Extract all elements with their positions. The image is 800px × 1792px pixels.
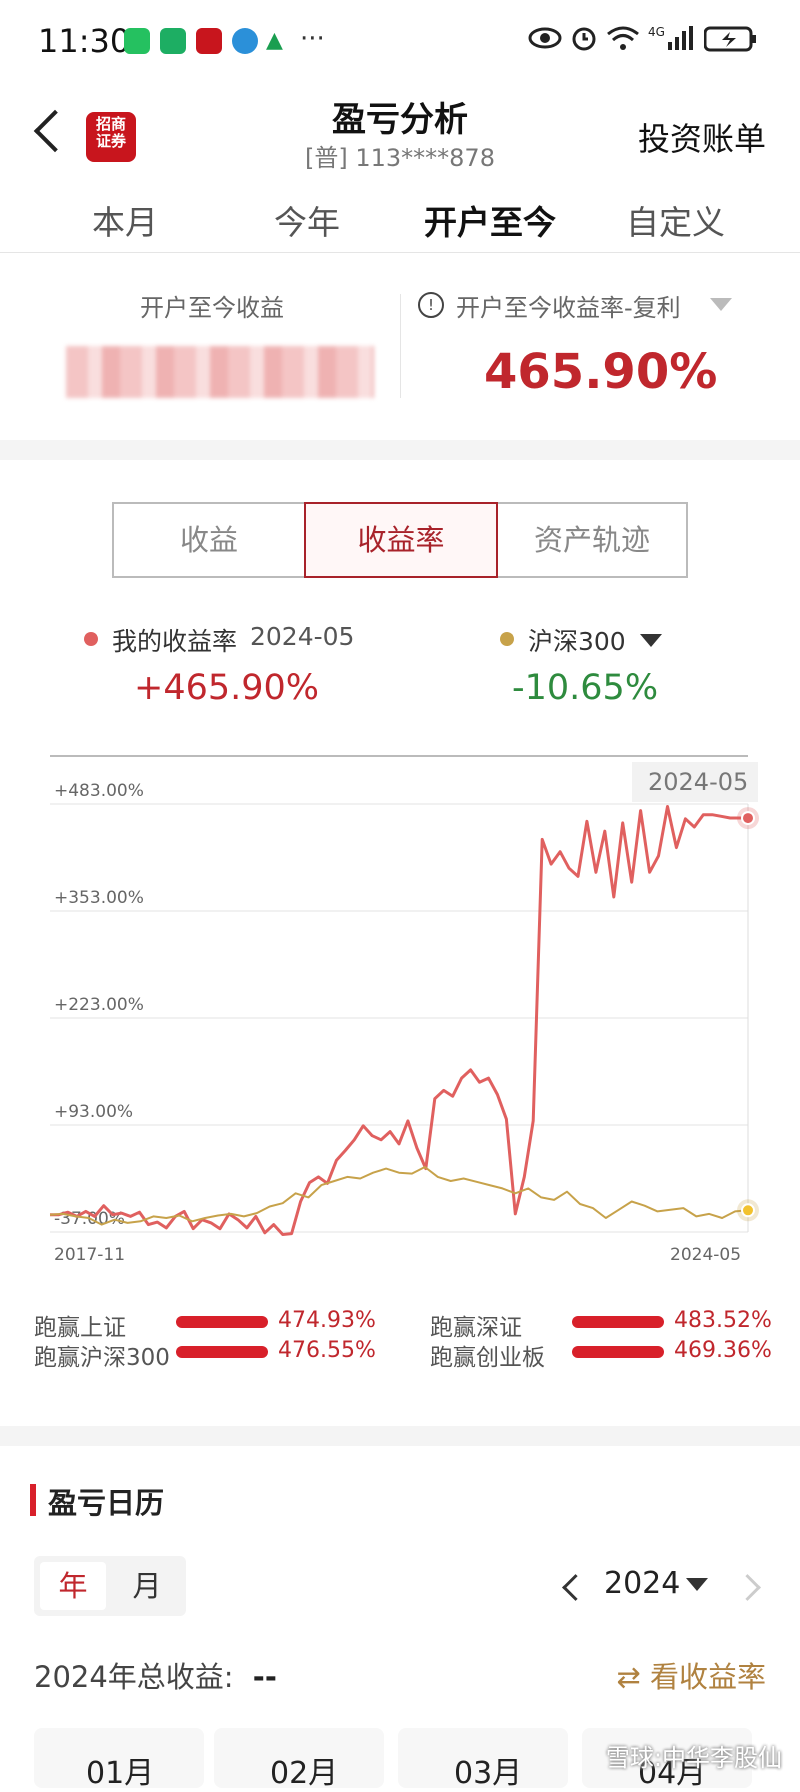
segment-income[interactable]: 收益 [112, 502, 306, 578]
total-income: 2024年总收益: -- [34, 1654, 277, 1696]
x-end-label: 2024-05 [670, 1245, 741, 1265]
view-rate-label: 看收益率 [649, 1660, 766, 1694]
beat-cyb-label: 跑赢创业板 [430, 1345, 545, 1371]
my-rate-dot [84, 632, 98, 646]
alarm-icon [572, 27, 596, 51]
my-rate-line [50, 805, 749, 1236]
y-tick-label: +353.00% [54, 888, 144, 908]
tab-custom[interactable]: 自定义 [626, 196, 725, 244]
month-button[interactable]: 月 [114, 1562, 180, 1610]
year-button[interactable]: 年 [40, 1562, 106, 1610]
benchmark-value: -10.65% [512, 668, 659, 708]
watermark: 雪球:中华李股仙 [605, 1744, 782, 1772]
tab-since-opening[interactable]: 开户至今 [424, 196, 556, 244]
next-year-icon[interactable] [734, 1574, 761, 1601]
beat-sh-bar [176, 1316, 268, 1328]
x-start-label: 2017-11 [54, 1245, 125, 1265]
beat-hs300-bar [176, 1346, 268, 1358]
total-income-label: 2024年总收益: [34, 1660, 234, 1694]
y-tick-label: +93.00% [54, 1102, 133, 1122]
browser-icon [232, 28, 258, 54]
tab-this-year[interactable]: 今年 [274, 196, 340, 244]
beat-sh-label: 跑赢上证 [34, 1315, 126, 1341]
calendar-title: 盈亏日历 [48, 1486, 165, 1520]
total-income-value: -- [252, 1660, 277, 1694]
prev-year-icon[interactable] [562, 1574, 589, 1601]
my-rate-end-point [741, 811, 755, 826]
section-marker [30, 1484, 36, 1516]
beat-sh-value: 474.93% [278, 1308, 376, 1333]
benchmark-dot [500, 632, 514, 646]
svg-text:4G: 4G [648, 25, 665, 39]
beat-hs300-value: 476.55% [278, 1338, 376, 1363]
eye-icon [528, 27, 562, 49]
investment-bill-link[interactable]: 投资账单 [638, 114, 766, 160]
app-icon [160, 28, 186, 54]
status-time: 11:30 [38, 22, 131, 60]
info-icon[interactable]: ! [418, 292, 444, 318]
my-rate-value: +465.90% [134, 668, 320, 708]
app-icon [196, 28, 222, 54]
income-label: 开户至今收益 [140, 294, 284, 322]
benchmark-label[interactable]: 沪深300 [528, 622, 626, 658]
rate-value: 465.90% [484, 344, 718, 400]
beat-cyb-bar [572, 1346, 664, 1358]
month-feb[interactable]: 02月 [270, 1748, 338, 1792]
section-gap [0, 440, 800, 460]
segment-asset-track[interactable]: 资产轨迹 [496, 502, 688, 578]
battery-icon [704, 26, 756, 52]
wifi-icon [607, 26, 639, 50]
year-month-toggle: 年 月 [34, 1556, 186, 1616]
rate-type-dropdown-icon[interactable] [710, 298, 732, 311]
maps-icon: ▲ [266, 28, 292, 54]
month-jan[interactable]: 01月 [86, 1748, 154, 1792]
wechat-icon [124, 28, 150, 54]
beat-sz-label: 跑赢深证 [430, 1315, 522, 1341]
rate-label: 开户至今收益率-复利 [456, 294, 681, 322]
section-gap [0, 1426, 800, 1446]
more-icon: ··· [300, 24, 325, 54]
month-mar[interactable]: 03月 [454, 1748, 522, 1792]
signal-icon: 4G [648, 25, 693, 50]
beat-sz-value: 483.52% [674, 1308, 772, 1333]
income-value-masked [66, 346, 374, 398]
return-rate-chart[interactable]: +483.00%+353.00%+223.00%+93.00%-37.00%20… [0, 740, 800, 1280]
swap-icon: ⇄ [616, 1660, 641, 1694]
view-rate-button[interactable]: ⇄ 看收益率 [616, 1654, 766, 1696]
segment-rate[interactable]: 收益率 [304, 502, 498, 578]
year-dropdown-icon[interactable] [686, 1578, 708, 1591]
year-selector[interactable]: 2024 [604, 1566, 680, 1601]
benchmark-line [49, 1166, 749, 1226]
benchmark-end-point [741, 1203, 755, 1218]
y-tick-label: +223.00% [54, 995, 144, 1015]
benchmark-dropdown-icon[interactable] [640, 634, 662, 647]
my-rate-label: 我的收益率 [112, 627, 238, 656]
y-tick-label: +483.00% [54, 781, 144, 801]
beat-hs300-label: 跑赢沪深300 [34, 1345, 170, 1371]
divider [400, 294, 401, 398]
status-bar: 11:30 ▲ ··· 4G [0, 0, 800, 86]
tooltip-date: 2024-05 [648, 768, 748, 796]
my-rate-date: 2024-05 [250, 622, 355, 651]
period-tabs: 本月 今年 开户至今 自定义 [0, 190, 800, 253]
beat-cyb-value: 469.36% [674, 1338, 772, 1363]
beat-sz-bar [572, 1316, 664, 1328]
tab-this-month[interactable]: 本月 [92, 196, 158, 244]
